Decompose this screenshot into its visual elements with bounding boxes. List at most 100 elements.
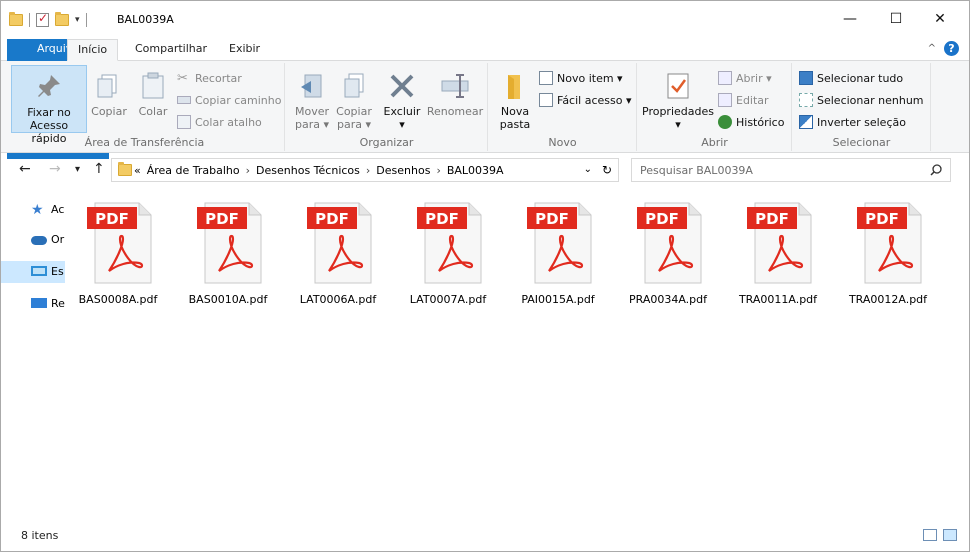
svg-text:PDF: PDF	[865, 210, 899, 228]
large-icons-view-icon[interactable]	[943, 529, 957, 541]
forward-button[interactable]: →	[49, 161, 61, 177]
file-item[interactable]: PDF BAS0008A.pdf	[67, 193, 169, 313]
search-box[interactable]: Pesquisar BAL0039A	[631, 158, 951, 182]
search-icon[interactable]	[930, 164, 942, 176]
nav-item-network[interactable]: Re	[1, 293, 65, 315]
breadcrumb-item[interactable]: Desenhos	[376, 164, 430, 177]
edit-button[interactable]: Editar	[718, 91, 769, 109]
new-item-button[interactable]: Novo item ▾	[539, 69, 623, 87]
breadcrumb-item[interactable]: Desenhos Técnicos	[256, 164, 360, 177]
breadcrumb-item[interactable]: BAL0039A	[447, 164, 504, 177]
details-view-icon[interactable]	[923, 529, 937, 541]
file-item[interactable]: PDF LAT0007A.pdf	[397, 193, 499, 313]
collapse-ribbon-icon[interactable]: ^	[928, 43, 936, 54]
pdf-file-icon: PDF	[197, 201, 263, 285]
divider	[85, 13, 87, 27]
group-clipboard: Fixar no Acesso rápido Copiar Colar ✂ Re…	[5, 63, 285, 151]
history-icon	[718, 115, 732, 129]
file-item[interactable]: PDF PAI0015A.pdf	[507, 193, 609, 313]
select-none-button[interactable]: Selecionar nenhum	[799, 91, 924, 109]
search-input[interactable]: Pesquisar BAL0039A	[640, 164, 753, 177]
breadcrumb-overflow-icon[interactable]: «	[134, 164, 141, 177]
nav-item-this-pc[interactable]: Es	[1, 261, 65, 283]
easy-access-icon	[539, 93, 553, 107]
easy-access-label: Fácil acesso ▾	[557, 93, 632, 107]
address-dropdown-icon[interactable]: ⌄	[584, 164, 592, 175]
delete-dropdown-icon[interactable]: ▾	[382, 118, 422, 131]
nav-item-label: Re	[51, 297, 65, 310]
group-label-open: Abrir	[701, 136, 728, 149]
refresh-icon[interactable]: ↻	[602, 163, 612, 177]
file-name: BAS0008A.pdf	[78, 293, 158, 306]
pdf-file-icon: PDF	[417, 201, 483, 285]
paste-button[interactable]: Colar	[133, 65, 173, 118]
move-to-button[interactable]: Mover para ▾	[292, 65, 332, 131]
file-item[interactable]: PDF BAS0010A.pdf	[177, 193, 279, 313]
tab-inicio[interactable]: Início	[67, 39, 119, 61]
invert-selection-button[interactable]: Inverter seleção	[799, 113, 906, 131]
open-button[interactable]: Abrir ▾	[718, 69, 772, 87]
easy-access-button[interactable]: Fácil acesso ▾	[539, 91, 631, 109]
paste-label: Colar	[138, 105, 168, 118]
history-button[interactable]: Histórico	[718, 113, 784, 131]
group-organize: Mover para ▾ Copiar para ▾ Excluir ▾ Ren…	[286, 63, 488, 151]
delete-label: Excluir	[383, 105, 421, 118]
up-button[interactable]: ↑	[93, 161, 105, 177]
file-item[interactable]: PDF TRA0012A.pdf	[837, 193, 939, 313]
help-icon[interactable]: ?	[944, 41, 959, 56]
status-item-count: 8 itens	[21, 529, 59, 542]
properties-dropdown-icon[interactable]: ▾	[642, 118, 714, 131]
cut-button[interactable]: ✂ Recortar	[177, 69, 242, 87]
open-icon	[718, 71, 732, 85]
recent-locations-icon[interactable]: ▾	[75, 164, 80, 175]
window-title: BAL0039A	[117, 13, 174, 26]
file-item[interactable]: PDF TRA0011A.pdf	[727, 193, 829, 313]
new-folder-label-line2: pasta	[499, 118, 531, 131]
history-label: Histórico	[736, 115, 785, 129]
back-button[interactable]: ←	[19, 161, 31, 177]
pdf-file-icon: PDF	[87, 201, 153, 285]
file-item[interactable]: PDF PRA0034A.pdf	[617, 193, 719, 313]
delete-button[interactable]: Excluir ▾	[382, 65, 422, 131]
breadcrumb-separator[interactable]: ›	[366, 164, 370, 177]
new-folder-icon[interactable]	[55, 12, 69, 26]
address-bar[interactable]: « Área de Trabalho › Desenhos Técnicos ›…	[111, 158, 619, 182]
pdf-file-icon: PDF	[637, 201, 703, 285]
file-list: PDF BAS0008A.pdf PDF BAS0010A.pdf PDF LA…	[67, 193, 967, 523]
edit-icon	[718, 93, 732, 107]
maximize-button[interactable]: ☐	[881, 9, 911, 29]
copy-path-icon	[177, 96, 191, 104]
cut-label: Recortar	[195, 71, 242, 85]
close-button[interactable]: ✕	[925, 9, 955, 29]
group-open: Propriedades ▾ Abrir ▾ Editar Histórico …	[638, 63, 792, 151]
breadcrumb-separator[interactable]: ›	[436, 164, 440, 177]
properties-button[interactable]: Propriedades ▾	[642, 65, 714, 131]
rename-button[interactable]: Renomear	[426, 65, 484, 118]
group-label-new: Novo	[548, 136, 577, 149]
select-all-button[interactable]: Selecionar tudo	[799, 69, 903, 87]
pin-icon	[34, 72, 64, 102]
copy-button[interactable]: Copiar	[89, 65, 129, 118]
pdf-file-icon: PDF	[857, 201, 923, 285]
nav-item-onedrive[interactable]: Or	[1, 229, 65, 251]
folder-icon	[9, 12, 23, 26]
file-name: PRA0034A.pdf	[628, 293, 707, 306]
new-folder-label-line1: Nova	[500, 105, 530, 118]
nav-item-quick-access[interactable]: ★ Ac	[1, 199, 65, 221]
file-item[interactable]: PDF LAT0006A.pdf	[287, 193, 389, 313]
paste-shortcut-button[interactable]: Colar atalho	[177, 113, 262, 131]
invert-selection-label: Inverter seleção	[817, 115, 906, 129]
copy-path-button[interactable]: Copiar caminho	[177, 91, 281, 109]
breadcrumb-separator[interactable]: ›	[246, 164, 250, 177]
copy-to-button[interactable]: Copiar para ▾	[334, 65, 374, 131]
new-folder-icon	[500, 71, 530, 101]
pin-quick-access-button[interactable]: Fixar no Acesso rápido	[11, 65, 87, 145]
minimize-button[interactable]: —	[835, 9, 865, 29]
tab-exibir[interactable]: Exibir	[219, 39, 270, 61]
properties-icon[interactable]	[36, 11, 49, 27]
new-folder-button[interactable]: Nova pasta	[495, 65, 535, 131]
breadcrumb-item[interactable]: Área de Trabalho	[147, 164, 240, 177]
move-to-icon	[297, 71, 327, 101]
tab-compartilhar[interactable]: Compartilhar	[125, 39, 217, 61]
customize-qat-icon[interactable]: ▾	[75, 15, 80, 25]
